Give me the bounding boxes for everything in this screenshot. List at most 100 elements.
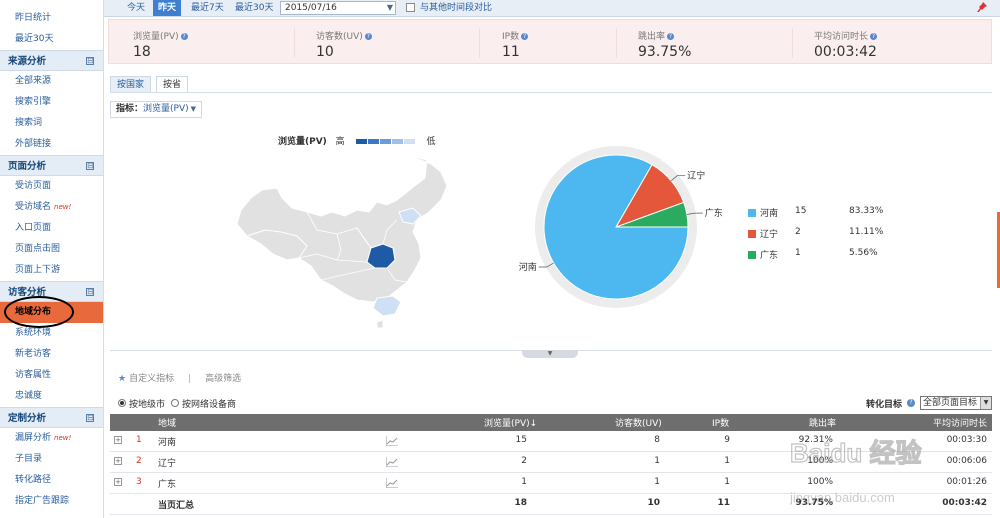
sidebar-section-source[interactable]: 来源分析 ⊟	[0, 50, 103, 71]
sidebar-item-ad-tracking[interactable]: 指定广告跟踪	[0, 491, 103, 512]
col-pv[interactable]: 浏览量(PV)↓	[484, 416, 537, 429]
legend-percent: 83.33%	[849, 206, 884, 216]
chevron-down-icon: ▼	[386, 3, 393, 12]
row-pv: 2	[521, 456, 527, 466]
legend-swatch	[748, 251, 756, 259]
legend-title: 浏览量(PV)	[278, 137, 327, 147]
legend-high: 高	[335, 137, 345, 147]
radio-by-city[interactable]	[118, 399, 126, 407]
sidebar-item-entry-pages[interactable]: 入口页面	[0, 218, 103, 239]
col-ip[interactable]: IP数	[712, 416, 729, 429]
china-map[interactable]	[237, 150, 452, 335]
sidebar-item-screen-analysis[interactable]: 漏屏分析 new!	[0, 428, 103, 449]
collapse-icon[interactable]: ⊟	[86, 288, 94, 296]
map-region-hainan	[376, 319, 384, 329]
sidebar-item-visited-pages[interactable]: 受访页面	[0, 176, 103, 197]
sidebar-item-partial[interactable]	[0, 0, 103, 8]
row-ip: 1	[724, 477, 730, 487]
yesterday-button[interactable]: 昨天	[153, 0, 182, 16]
sidebar-item-subdirectory[interactable]: 子目录	[0, 449, 103, 470]
legend-region: 河南	[760, 209, 779, 219]
pie-label-2: 广东	[705, 207, 723, 219]
sidebar-item-page-flow[interactable]: 页面上下游	[0, 260, 103, 281]
table-header: 地域 浏览量(PV)↓ 访客数(UV) IP数 跳出率 平均访问时长	[110, 414, 992, 431]
stat-value: 18	[133, 44, 151, 60]
sidebar: 昨日统计 最近30天 来源分析 ⊟ 全部来源 搜索引擎 搜索词 外部链接 页面分析…	[0, 0, 104, 518]
legend-swatch	[355, 139, 367, 144]
row-rank: 1	[136, 435, 142, 445]
chevron-down-icon: ▼	[190, 105, 197, 113]
legend-count: 2	[795, 227, 801, 237]
app: 昨日统计 最近30天 来源分析 ⊟ 全部来源 搜索引擎 搜索词 外部链接 页面分析…	[0, 0, 1000, 518]
conversion-select[interactable]: 全部页面目标 ▼	[920, 396, 992, 410]
stat-label: IP数?	[502, 32, 529, 42]
col-region[interactable]: 地域	[158, 416, 176, 429]
sidebar-item-all-sources[interactable]: 全部来源	[0, 71, 103, 92]
trend-chart-icon[interactable]	[386, 457, 398, 467]
sidebar-section-pages[interactable]: 页面分析 ⊟	[0, 155, 103, 176]
last-7-days-button[interactable]: 最近7天	[186, 0, 229, 16]
radio-by-isp[interactable]	[171, 399, 179, 407]
custom-metrics-link[interactable]: 自定义指标	[129, 374, 174, 384]
help-icon: ?	[180, 33, 188, 40]
today-button[interactable]: 今天	[122, 0, 150, 16]
legend-row: 河南 15 83.33%	[748, 205, 898, 226]
legend-low: 低	[426, 137, 436, 147]
date-value: 2015/07/16	[285, 3, 337, 13]
tab-by-province[interactable]: 按省	[156, 76, 189, 93]
sidebar-item-loyalty[interactable]: 忠诚度	[0, 386, 103, 407]
baidu-watermark: Baidu 经验 jingyan.baidu.com	[789, 437, 922, 505]
pin-icon[interactable]	[976, 1, 988, 13]
sidebar-item-external-links[interactable]: 外部链接	[0, 134, 103, 155]
custom-toolbar: ★ 自定义指标 | 高级筛选	[118, 371, 241, 384]
item-label: 漏屏分析	[15, 433, 52, 443]
sidebar-item-region[interactable]: 地域分布	[0, 296, 103, 328]
tab-by-country[interactable]: 按国家	[110, 76, 152, 93]
row-region[interactable]: 辽宁	[158, 456, 176, 469]
sidebar-item-click-map[interactable]: 页面点击图	[0, 239, 103, 260]
metric-select[interactable]: 指标：浏览量(PV) ▼	[110, 101, 203, 118]
help-icon: ?	[521, 33, 529, 40]
legend-region: 广东	[760, 251, 779, 261]
row-region[interactable]: 河南	[158, 435, 176, 448]
legend-swatch	[748, 209, 756, 217]
advanced-filter-link[interactable]: 高级筛选	[205, 374, 241, 384]
sidebar-item-new-old-visitors[interactable]: 新老访客	[0, 344, 103, 365]
sidebar-section-custom[interactable]: 定制分析 ⊟	[0, 407, 103, 428]
sidebar-item-conversion-path[interactable]: 转化路径	[0, 470, 103, 491]
sidebar-item-last-30-days[interactable]: 最近30天	[0, 29, 103, 50]
legend-count: 15	[795, 206, 807, 216]
expand-icon[interactable]: +	[114, 457, 122, 465]
total-pv: 18	[514, 498, 527, 508]
sidebar-item-search-engine[interactable]: 搜索引擎	[0, 92, 103, 113]
last-30-days-button[interactable]: 最近30天	[230, 0, 278, 16]
col-avg-time[interactable]: 平均访问时长	[933, 416, 987, 429]
row-rank: 3	[136, 477, 142, 487]
compare-checkbox[interactable]	[406, 3, 415, 12]
pie-chart: 广东 辽宁河南	[519, 146, 723, 308]
sidebar-item-yesterday-stats[interactable]: 昨日统计	[0, 8, 103, 29]
pie-slices	[543, 154, 689, 300]
item-label: 受访域名	[15, 202, 52, 212]
col-uv[interactable]: 访客数(UV)	[615, 416, 662, 429]
row-region[interactable]: 广东	[158, 477, 176, 490]
col-bounce[interactable]: 跳出率	[809, 416, 836, 429]
row-rank: 2	[136, 456, 142, 466]
collapse-icon[interactable]: ⊟	[86, 162, 94, 170]
collapse-icon[interactable]: ⊟	[86, 57, 94, 65]
trend-chart-icon[interactable]	[386, 436, 398, 446]
sort-desc-icon: ↓	[529, 419, 538, 429]
help-icon: ?	[870, 33, 878, 40]
expand-icon[interactable]: +	[114, 436, 122, 444]
metric-value: 浏览量(PV)	[143, 104, 189, 114]
sidebar-item-visited-domains[interactable]: 受访域名 new!	[0, 197, 103, 218]
collapse-chart-button[interactable]: ▼	[522, 350, 578, 358]
sidebar-item-visitor-attributes[interactable]: 访客属性	[0, 365, 103, 386]
date-picker[interactable]: 2015/07/16 ▼	[280, 1, 396, 15]
expand-icon[interactable]: +	[114, 478, 122, 486]
collapse-icon[interactable]: ⊟	[86, 414, 94, 422]
trend-chart-icon[interactable]	[386, 478, 398, 488]
sidebar-item-search-words[interactable]: 搜索词	[0, 113, 103, 134]
separator: |	[188, 374, 192, 384]
help-icon[interactable]: ?	[907, 399, 915, 407]
